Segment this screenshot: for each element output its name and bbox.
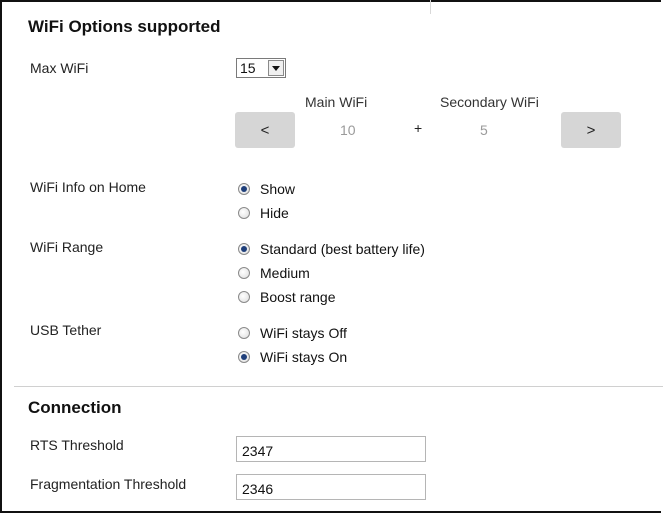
wifi-range-label: WiFi Range — [30, 239, 104, 255]
secondary-wifi-count: 5 — [480, 122, 488, 138]
radio-label: Show — [260, 181, 296, 197]
increase-button[interactable]: > — [561, 112, 621, 148]
chevron-left-icon: < — [260, 121, 270, 139]
fragmentation-threshold-label: Fragmentation Threshold — [30, 476, 187, 492]
plus-sign: + — [414, 120, 423, 136]
fragmentation-threshold-input[interactable] — [236, 474, 426, 500]
radio-hide[interactable]: Hide — [238, 204, 289, 222]
rts-threshold-input[interactable] — [236, 436, 426, 462]
radio-show[interactable]: Show — [238, 180, 295, 198]
usb-tether-label: USB Tether — [30, 322, 102, 338]
wifi-info-home-label: WiFi Info on Home — [30, 179, 146, 195]
max-wifi-value: 15 — [240, 60, 256, 76]
main-wifi-label: Main WiFi — [305, 94, 368, 110]
radio-button[interactable] — [238, 327, 250, 339]
radio-button[interactable] — [238, 207, 250, 219]
secondary-wifi-label: Secondary WiFi — [440, 94, 539, 110]
radio-button[interactable] — [238, 243, 250, 255]
chevron-down-icon — [272, 65, 280, 71]
radio-medium[interactable]: Medium — [238, 264, 310, 282]
main-wifi-count: 10 — [340, 122, 356, 138]
radio-label: Hide — [260, 205, 289, 221]
radio-standard[interactable]: Standard (best battery life) — [238, 240, 425, 258]
connection-title: Connection — [28, 398, 122, 417]
radio-button[interactable] — [238, 267, 250, 279]
radio-label: WiFi stays Off — [260, 325, 347, 341]
radio-button[interactable] — [238, 351, 250, 363]
radio-button[interactable] — [238, 291, 250, 303]
section-divider — [14, 386, 663, 387]
max-wifi-select[interactable]: 15 — [236, 58, 286, 78]
radio-boost[interactable]: Boost range — [238, 288, 336, 306]
chevron-right-icon: > — [586, 121, 596, 139]
decrease-button[interactable]: < — [235, 112, 295, 148]
radio-label: Medium — [260, 265, 310, 281]
rts-threshold-label: RTS Threshold — [30, 437, 124, 453]
radio-label: Standard (best battery life) — [260, 241, 425, 257]
radio-button[interactable] — [238, 183, 250, 195]
radio-wifi-off[interactable]: WiFi stays Off — [238, 324, 347, 342]
dropdown-button[interactable] — [268, 60, 284, 76]
max-wifi-label: Max WiFi — [30, 60, 89, 76]
radio-wifi-on[interactable]: WiFi stays On — [238, 348, 347, 366]
radio-label: Boost range — [260, 289, 336, 305]
top-divider — [430, 0, 431, 14]
radio-label: WiFi stays On — [260, 349, 348, 365]
wifi-options-title: WiFi Options supported — [28, 17, 221, 36]
